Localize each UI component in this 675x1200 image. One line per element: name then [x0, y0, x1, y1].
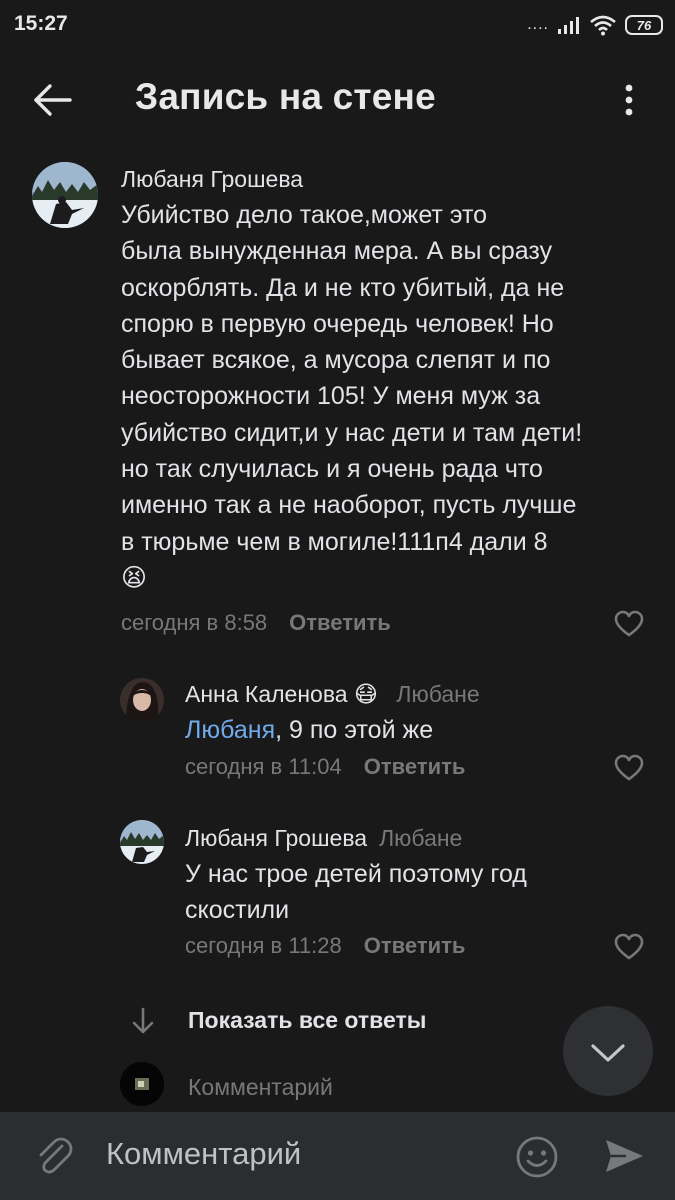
- back-button[interactable]: [28, 80, 76, 120]
- comment-text-line: бывает всякое, а мусора слепят и по: [121, 346, 551, 375]
- comment-meta: сегодня в 11:28 Ответить: [185, 933, 465, 959]
- paperclip-icon: [39, 1137, 73, 1174]
- battery-level: 76: [636, 17, 652, 33]
- more-vertical-icon: [625, 84, 633, 116]
- avatar-winter-photo: [32, 162, 98, 228]
- comment-text-line: была вынужденная мера. А вы сразу: [121, 237, 553, 266]
- my-avatar: [120, 1062, 164, 1106]
- avatar[interactable]: [120, 820, 164, 864]
- avatar-dark-photo: [120, 1062, 164, 1106]
- avatar[interactable]: [120, 678, 164, 722]
- reply-to-label[interactable]: Любане: [379, 825, 462, 851]
- status-icons: .... 76: [527, 12, 663, 38]
- show-all-replies-label: Показать все ответы: [188, 1007, 427, 1033]
- comment-text-line: именно так а не наоборот, пусть лучше: [121, 491, 577, 520]
- cellular-signal-icon: [558, 17, 579, 34]
- comment-input[interactable]: [106, 1136, 466, 1172]
- heart-outline-icon: [614, 754, 644, 781]
- comment-author[interactable]: Любаня Грошева: [121, 166, 303, 193]
- author-emoji: 😷: [353, 681, 378, 707]
- comment-text-line: в тюрьме чем в могиле!111п4 дали 8: [121, 527, 548, 556]
- author-name[interactable]: Анна Каленова: [185, 681, 348, 707]
- comment-text-line: неосторожности 105! У меня муж за: [121, 382, 541, 411]
- arrow-left-icon: [34, 84, 72, 116]
- attach-button[interactable]: [32, 1134, 76, 1178]
- signal-dots: ....: [527, 16, 549, 33]
- comment-text-line: Убийство дело такое,может это: [121, 201, 488, 229]
- mention-link[interactable]: Любаня: [185, 716, 275, 744]
- comment-time: сегодня в 11:04: [185, 754, 342, 779]
- author-name[interactable]: Любаня Грошева: [185, 825, 367, 851]
- send-button[interactable]: [602, 1136, 646, 1176]
- smile-icon: [516, 1136, 558, 1178]
- top-bar: Запись на стене: [0, 62, 675, 138]
- like-button[interactable]: [614, 610, 644, 638]
- scroll-down-button[interactable]: [563, 1006, 653, 1096]
- status-bar: 15:27 .... 76: [0, 0, 675, 50]
- comment-text: Любаня, 9 по этой же: [185, 712, 625, 748]
- battery-icon: 76: [625, 15, 663, 35]
- like-button[interactable]: [614, 933, 644, 961]
- comment-text: У нас трое детей поэтому год скостили: [185, 856, 625, 929]
- comment-author: Анна Каленова 😷 Любане: [185, 681, 480, 708]
- page-title: Запись на стене: [135, 76, 436, 117]
- comment-composer: [0, 1112, 675, 1200]
- arrow-down-icon: [132, 1007, 154, 1034]
- like-button[interactable]: [614, 754, 644, 782]
- comment-text-content: , 9 по этой же: [275, 716, 434, 744]
- comment-text-line: но так случилась и я очень рада что: [121, 455, 543, 484]
- emoji-button[interactable]: [514, 1134, 560, 1180]
- comment-text: Убийство дело такое,может это была вынуж…: [121, 197, 641, 596]
- comment-time: сегодня в 11:28: [185, 933, 342, 958]
- comment-meta: сегодня в 11:04 Ответить: [185, 754, 465, 780]
- comment-text-line: оскорблять. Да и не кто убитый, да не: [121, 273, 565, 302]
- send-icon: [606, 1140, 643, 1172]
- reply-button[interactable]: Ответить: [364, 933, 466, 958]
- comment-text-line: скостили: [185, 896, 290, 925]
- avatar[interactable]: [32, 162, 98, 228]
- avatar-winter-photo: [120, 820, 164, 864]
- reply-button[interactable]: Ответить: [364, 754, 466, 779]
- wifi-icon: [590, 15, 616, 36]
- comment-text-line: убийство сидит,и у нас дети и там дети!: [121, 418, 583, 447]
- inline-comment-placeholder: Комментарий: [188, 1074, 333, 1100]
- heart-outline-icon: [614, 933, 644, 960]
- status-time: 15:27: [14, 12, 68, 35]
- reply-button[interactable]: Ответить: [289, 610, 391, 635]
- reply-to-label[interactable]: Любане: [396, 681, 479, 707]
- tired-face-emoji: 😫: [121, 563, 148, 592]
- comment-text-line: У нас трое детей поэтому год: [185, 860, 527, 888]
- comment-author: Любаня Грошева Любане: [185, 825, 462, 852]
- more-menu-button[interactable]: [614, 80, 644, 120]
- comment-time: сегодня в 8:58: [121, 610, 268, 635]
- chevron-down-icon: [591, 1044, 625, 1062]
- heart-outline-icon: [614, 610, 644, 637]
- comment-meta: сегодня в 8:58 Ответить: [121, 610, 391, 636]
- comment-text-line: спорю в первую очередь человек! Но: [121, 309, 554, 338]
- avatar-portrait-photo: [120, 678, 164, 722]
